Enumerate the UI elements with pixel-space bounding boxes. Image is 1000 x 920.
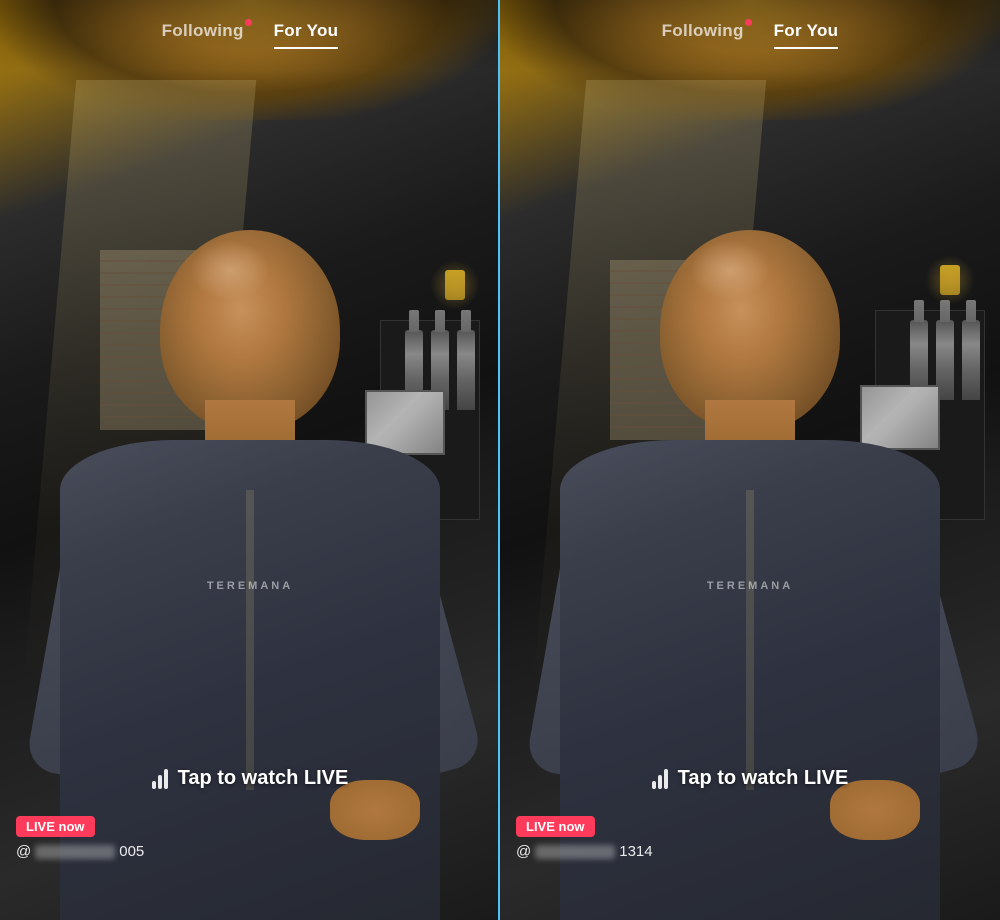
username-suffix-left: 005 <box>119 843 144 860</box>
nav-tab-foryou-left[interactable]: For You <box>274 21 339 49</box>
bottom-info-left: LIVE now @ 005 <box>16 816 144 860</box>
top-nav-left: Following For You <box>0 0 500 70</box>
username-right: @ 1314 <box>516 843 653 860</box>
username-blur-left <box>35 845 115 859</box>
nav-foryou-label-right: For You <box>774 21 839 41</box>
person-left: TEREMANA <box>40 100 460 920</box>
nav-following-label-right: Following <box>662 21 744 41</box>
nav-tab-following-left[interactable]: Following <box>162 21 244 49</box>
live-badge-right: LIVE now <box>516 816 595 837</box>
panel-left[interactable]: TEREMANA Following For You Tap to watch … <box>0 0 500 920</box>
nav-tab-following-right[interactable]: Following <box>662 21 744 49</box>
live-badge-left: LIVE now <box>16 816 95 837</box>
panel-right[interactable]: TEREMANA Following For You Tap to watch … <box>500 0 1000 920</box>
tap-overlay-left[interactable]: Tap to watch LIVE <box>0 767 500 790</box>
bottom-info-right: LIVE now @ 1314 <box>516 816 653 860</box>
nav-following-label-left: Following <box>162 21 244 41</box>
username-left: @ 005 <box>16 843 144 860</box>
top-nav-right: Following For You <box>500 0 1000 70</box>
person-right: TEREMANA <box>540 100 960 920</box>
tap-overlay-right[interactable]: Tap to watch LIVE <box>500 767 1000 790</box>
nav-foryou-label-left: For You <box>274 21 339 41</box>
nav-dot-right <box>745 19 752 26</box>
nav-tab-foryou-right[interactable]: For You <box>774 21 839 49</box>
nav-dot-left <box>245 19 252 26</box>
tap-text-left: Tap to watch LIVE <box>178 767 349 790</box>
jacket-text-left: TEREMANA <box>207 580 293 592</box>
username-suffix-right: 1314 <box>619 843 652 860</box>
signal-icon-left <box>152 769 168 789</box>
panel-separator <box>498 0 500 920</box>
tap-text-right: Tap to watch LIVE <box>678 767 849 790</box>
signal-icon-right <box>652 769 668 789</box>
jacket-text-right: TEREMANA <box>707 580 793 592</box>
username-blur-right <box>535 845 615 859</box>
